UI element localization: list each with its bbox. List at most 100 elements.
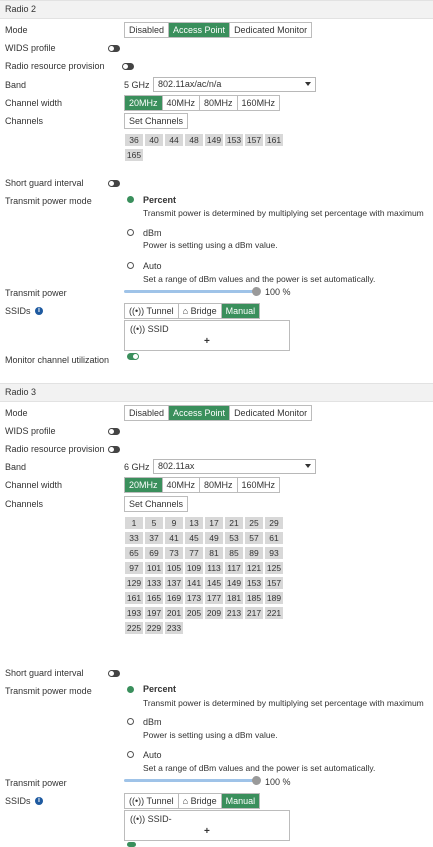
channel-chip: 161 (265, 134, 283, 146)
radio2-power-slider-knob[interactable] (252, 287, 261, 296)
radio2-power-dbm-radio[interactable] (127, 229, 134, 236)
radio3-power-auto-label: Auto (143, 750, 162, 760)
radio2-monitor-label: Monitor channel utilization (5, 355, 110, 365)
radio3-width-40[interactable]: 40MHz (161, 478, 200, 492)
channel-chip: 233 (165, 622, 183, 634)
radio2-mode-access-point[interactable]: Access Point (168, 23, 230, 37)
radio2-ssid-item[interactable]: ((•)) SSID (130, 324, 169, 334)
radio2-ssid-tunnel[interactable]: ((•)) Tunnel (125, 304, 178, 318)
channel-chip: 9 (165, 517, 183, 529)
radio2-power-percent-label: Percent (143, 195, 177, 205)
radio2-header: Radio 2 (0, 0, 433, 19)
radio3-band-select[interactable]: 802.11ax (153, 459, 316, 474)
channel-chip: 189 (265, 592, 283, 604)
radio3-transmit-power-label: Transmit power (5, 778, 67, 788)
bridge-icon: ⌂ (182, 306, 191, 316)
radio3-ssids-label: SSIDs (5, 796, 31, 806)
radio2-ssid-mode-group: ((•)) Tunnel ⌂ Bridge Manual (124, 303, 261, 319)
radio3-sgi-label: Short guard interval (5, 668, 84, 678)
channel-chip: 153 (225, 134, 243, 146)
radio3-power-percent-radio[interactable] (127, 686, 134, 693)
channel-chip: 17 (205, 517, 223, 529)
radio3-ssid-box: ((•)) SSID- + (124, 810, 290, 841)
radio2-set-channels-button[interactable]: Set Channels (124, 113, 189, 129)
channel-chip: 209 (205, 607, 223, 619)
channel-chip: 165 (145, 592, 163, 604)
channel-chip: 157 (245, 134, 263, 146)
radio2-ssid-bridge[interactable]: ⌂ Bridge (177, 304, 221, 318)
channel-chip: 145 (205, 577, 223, 589)
channel-chip: 44 (165, 134, 183, 146)
channel-chip: 37 (145, 532, 163, 544)
channel-chip: 225 (125, 622, 143, 634)
radio3-power-slider-track[interactable] (124, 779, 256, 782)
radio3-title: Radio 3 (5, 387, 37, 397)
radio3-band-label: Band (5, 462, 27, 472)
radio3-width-160[interactable]: 160MHz (236, 478, 280, 492)
radio2-mode-dedicated-monitor[interactable]: Dedicated Monitor (229, 23, 311, 37)
channel-chip: 85 (225, 547, 243, 559)
radio2-width-160[interactable]: 160MHz (236, 96, 280, 110)
radio3-sgi-toggle[interactable] (108, 670, 120, 677)
radio2-power-mode-label: Transmit power mode (5, 196, 92, 206)
radio2-width-20[interactable]: 20MHz (125, 96, 162, 110)
radio3-ssid-tunnel[interactable]: ((•)) Tunnel (125, 794, 178, 808)
channel-chip: 181 (225, 592, 243, 604)
radio2-mode-disabled[interactable]: Disabled (125, 23, 168, 37)
broadcast-icon: ((•)) (129, 306, 147, 316)
channel-chip: 41 (165, 532, 183, 544)
radio3-mode-dedicated-monitor[interactable]: Dedicated Monitor (229, 406, 311, 420)
radio2-ssid-manual[interactable]: Manual (220, 304, 260, 318)
radio3-ssid-item[interactable]: ((•)) SSID- (130, 814, 172, 824)
radio2-width-40[interactable]: 40MHz (161, 96, 200, 110)
radio3-ssid-manual[interactable]: Manual (220, 794, 260, 808)
plus-icon[interactable]: + (204, 336, 210, 347)
radio2-power-slider-track[interactable] (124, 290, 256, 293)
radio3-set-channels-button[interactable]: Set Channels (124, 496, 189, 512)
channel-chip: 1 (125, 517, 143, 529)
channel-chip: 229 (145, 622, 163, 634)
radio3-mode-label: Mode (5, 408, 28, 418)
radio3-width-20[interactable]: 20MHz (125, 478, 162, 492)
channel-chip: 117 (225, 562, 243, 574)
radio2-power-auto-radio[interactable] (127, 262, 134, 269)
channel-chip: 65 (125, 547, 143, 559)
radio2-band-select[interactable]: 802.11ax/ac/n/a (153, 77, 316, 92)
radio2-rrp-label: Radio resource provision (5, 61, 105, 71)
radio3-channel-grid: 1 5 9 13 17 21 25 29 33 37 41 45 49 53 57 61 65 69 73 77 81 8… (125, 517, 283, 634)
radio3-width-80[interactable]: 80MHz (199, 478, 237, 492)
radio3-ssid-bridge[interactable]: ⌂ Bridge (177, 794, 221, 808)
radio3-mode-disabled[interactable]: Disabled (125, 406, 168, 420)
radio3-width-group: 20MHz 40MHz 80MHz 160MHz (124, 477, 281, 493)
radio3-power-mode-label: Transmit power mode (5, 686, 92, 696)
radio3-rrp-toggle[interactable] (108, 446, 120, 453)
channel-chip: 205 (185, 607, 203, 619)
radio2-width-80[interactable]: 80MHz (199, 96, 237, 110)
radio2-band-label: Band (5, 80, 27, 90)
channel-chip: 77 (185, 547, 203, 559)
radio2-wids-toggle[interactable] (108, 45, 120, 52)
channel-chip: 105 (165, 562, 183, 574)
radio2-monitor-toggle[interactable] (127, 353, 139, 360)
radio2-band-value: 802.11ax/ac/n/a (158, 79, 222, 89)
radio2-channels-label: Channels (5, 116, 44, 126)
channel-chip: 89 (245, 547, 263, 559)
radio3-power-dbm-radio[interactable] (127, 718, 134, 725)
channel-chip: 125 (265, 562, 283, 574)
radio3-mode-access-point[interactable]: Access Point (168, 406, 230, 420)
radio2-power-percent-radio[interactable] (127, 196, 134, 203)
radio3-power-auto-radio[interactable] (127, 751, 134, 758)
channel-chip: 221 (265, 607, 283, 619)
radio2-sgi-label: Short guard interval (5, 178, 84, 188)
radio2-sgi-toggle[interactable] (108, 180, 120, 187)
plus-icon[interactable]: + (204, 826, 210, 837)
radio2-power-dbm-label: dBm (143, 228, 162, 238)
channel-chip: 153 (245, 577, 263, 589)
info-icon[interactable]: i (35, 797, 43, 805)
channel-chip: 48 (185, 134, 203, 146)
info-icon[interactable]: i (35, 307, 43, 315)
radio3-power-slider-knob[interactable] (252, 776, 261, 785)
channel-chip: 61 (265, 532, 283, 544)
radio2-rrp-toggle[interactable] (122, 63, 134, 70)
radio3-wids-toggle[interactable] (108, 428, 120, 435)
